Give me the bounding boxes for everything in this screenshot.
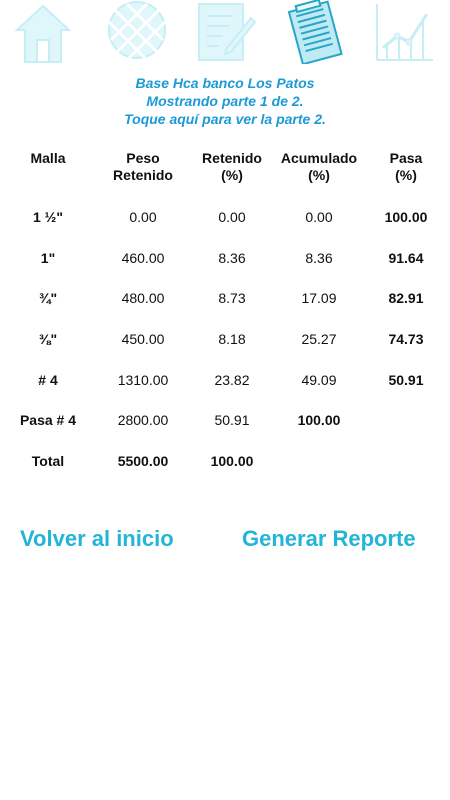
- row-1-acumulado: 0.00: [305, 209, 333, 225]
- row-4-retenido: 8.18: [218, 331, 246, 347]
- row-4-pasa: 74.73: [388, 331, 424, 347]
- row-6-acumulado: 100.00: [297, 412, 341, 428]
- row-6-peso: 2800.00: [117, 412, 169, 428]
- edit-icon[interactable]: [192, 0, 258, 66]
- row-2-peso: 460.00: [121, 250, 165, 266]
- header-acumulado-pct: Acumulado (%): [280, 150, 358, 183]
- row-3-retenido: 8.73: [218, 290, 246, 306]
- row-4-acumulado: 25.27: [301, 331, 337, 347]
- row-1-pasa: 100.00: [384, 209, 428, 225]
- row-3-acumulado: 17.09: [301, 290, 337, 306]
- row-5-pasa: 50.91: [388, 372, 424, 388]
- header-malla: Malla: [30, 150, 66, 166]
- row-4-malla: ⅜": [38, 331, 58, 347]
- home-icon[interactable]: [10, 0, 76, 66]
- row-2-pasa: 91.64: [388, 250, 424, 266]
- row-5-retenido: 23.82: [214, 372, 250, 388]
- row-5-malla: # 4: [38, 372, 58, 388]
- chart-icon[interactable]: [370, 0, 436, 66]
- row-2-retenido: 8.36: [218, 250, 246, 266]
- row-2-acumulado: 8.36: [305, 250, 333, 266]
- row-2-malla: 1": [40, 250, 56, 266]
- header-part-info: Mostrando parte 1 de 2.: [146, 93, 304, 109]
- row-1-peso: 0.00: [129, 209, 157, 225]
- back-to-home-button[interactable]: Volver al inicio: [20, 524, 174, 554]
- mesh-icon[interactable]: [104, 0, 170, 66]
- header-tap-hint: Toque aquí para ver la parte 2.: [124, 111, 326, 127]
- row-6-retenido: 50.91: [214, 412, 250, 428]
- row-1-malla: 1 ½": [33, 209, 63, 225]
- row-6-malla: Pasa # 4: [19, 412, 77, 428]
- row-3-peso: 480.00: [121, 290, 165, 306]
- row-3-pasa: 82.91: [388, 290, 424, 306]
- generate-report-button[interactable]: Generar Reporte: [242, 524, 416, 554]
- header-retenido-pct: Retenido (%): [202, 150, 262, 183]
- header-title: Base Hca banco Los Patos: [135, 75, 315, 91]
- part-header[interactable]: Base Hca banco Los Patos Mostrando parte…: [0, 74, 450, 128]
- total-retenido: 100.00: [210, 453, 254, 469]
- header-peso-retenido: Peso Retenido: [113, 150, 173, 183]
- row-4-peso: 450.00: [121, 331, 165, 347]
- row-5-peso: 1310.00: [117, 372, 169, 388]
- list-icon[interactable]: [282, 0, 348, 66]
- total-label: Total: [31, 453, 65, 469]
- total-peso: 5500.00: [117, 453, 169, 469]
- row-1-retenido: 0.00: [218, 209, 246, 225]
- row-5-acumulado: 49.09: [301, 372, 337, 388]
- header-pasa-pct: Pasa (%): [389, 150, 423, 183]
- row-3-malla: ¾": [38, 290, 58, 306]
- top-navigation: [0, 0, 450, 66]
